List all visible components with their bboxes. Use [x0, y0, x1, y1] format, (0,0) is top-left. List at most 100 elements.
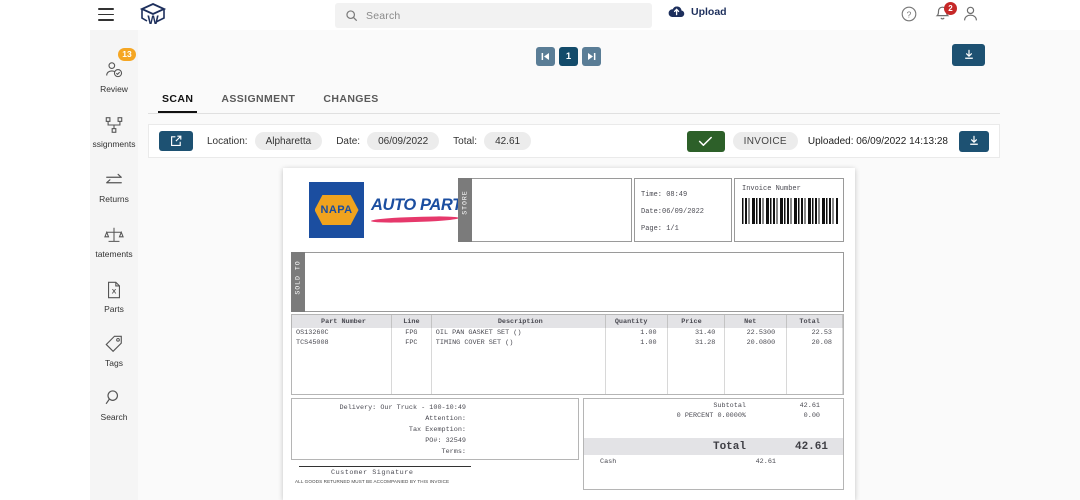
grand-total-value: 42.61 [794, 440, 828, 453]
cash-label: Cash [600, 458, 617, 466]
invoice-number-box: Invoice Number [734, 178, 844, 242]
svg-text:?: ? [907, 9, 912, 19]
check-icon [699, 136, 713, 146]
download-invoice-button[interactable] [959, 130, 989, 152]
invoice-page: Page: 1/1 [641, 225, 679, 233]
th-total: Total [786, 315, 843, 328]
tax-percent-value: 0.00 [803, 412, 820, 420]
scales-icon [104, 227, 124, 242]
po-number-line: PO#: 32549 [425, 437, 466, 445]
location-label: Location: [207, 135, 248, 147]
sold-to-section: SOLD TO [291, 252, 847, 312]
upload-label: Upload [691, 5, 727, 18]
review-count-badge: 13 [118, 48, 136, 61]
person-check-icon [106, 62, 123, 78]
delivery-line: Delivery: Our Truck - 100-10:49 [339, 404, 466, 412]
sidebar-item-parts[interactable]: X Parts [90, 280, 138, 314]
sidebar-item-review[interactable]: Review [90, 60, 138, 94]
total-value[interactable]: 42.61 [484, 132, 532, 150]
date-value[interactable]: 06/09/2022 [367, 132, 440, 150]
th-net: Net [724, 315, 788, 328]
napa-logo: NAPA [309, 182, 364, 238]
table-empty-rows [292, 348, 843, 394]
svg-text:W: W [147, 13, 159, 27]
location-value[interactable]: Alpharetta [254, 132, 323, 150]
help-circle-icon[interactable]: ? [901, 6, 917, 22]
cell-total: 20.08 [786, 338, 843, 348]
invoice-time: Time: 08:49 [641, 191, 688, 199]
sidebar-item-assignments[interactable]: ssignments [90, 115, 138, 149]
cell-part-number: TCS45008 [292, 338, 392, 348]
cell-net: 20.0800 [724, 338, 788, 348]
tab-bar: SCAN ASSIGNMENT CHANGES [148, 84, 1000, 114]
uploaded-timestamp: Uploaded: 06/09/2022 14:13:28 [807, 135, 948, 147]
approve-button[interactable] [686, 130, 725, 152]
tab-changes[interactable]: CHANGES [309, 93, 392, 113]
cell-quantity: 1.00 [605, 328, 668, 338]
th-price: Price [667, 315, 726, 328]
sidebar-item-label: Parts [104, 304, 124, 314]
document-type-badge: INVOICE [732, 132, 798, 150]
first-page-button[interactable] [536, 47, 555, 66]
tab-scan[interactable]: SCAN [148, 93, 207, 113]
sold-to-tab-text: SOLD TO [294, 260, 302, 295]
sold-to-address-box [305, 252, 844, 312]
cash-row: Cash 42.61 [584, 455, 843, 466]
hamburger-icon[interactable] [98, 8, 114, 21]
invoice-info-toolbar: Location: Alpharetta Date: 06/09/2022 To… [148, 124, 1000, 158]
next-page-button[interactable] [582, 47, 601, 66]
napa-brand-name: NAPA [320, 204, 353, 216]
top-app-bar: W Search Upload ? 2 [0, 0, 1080, 30]
search-input[interactable]: Search [335, 3, 652, 28]
invoice-number-label: Invoice Number [742, 185, 801, 193]
tab-assignment[interactable]: ASSIGNMENT [207, 93, 309, 113]
user-avatar-icon[interactable] [962, 5, 979, 22]
sidebar-item-tags[interactable]: Tags [90, 334, 138, 368]
return-arrows-icon [106, 173, 122, 184]
search-placeholder: Search [366, 9, 401, 22]
search-icon [105, 390, 119, 405]
edit-button[interactable] [159, 131, 193, 151]
cell-part-number: OS13260C [292, 328, 392, 338]
download-page-button[interactable] [952, 44, 985, 66]
table-row: TCS45008 FPC TIMING COVER SET () 1.00 31… [292, 338, 843, 348]
subtotal-label: Subtotal [713, 401, 746, 410]
store-tab-label: STORE [458, 178, 472, 242]
sidebar-item-label: Tags [105, 358, 123, 368]
cell-description: TIMING COVER SET () [431, 338, 606, 348]
cell-description: OIL PAN GASKET SET () [431, 328, 606, 338]
sidebar-item-search[interactable]: Search [90, 388, 138, 422]
th-description: Description [431, 315, 606, 328]
cell-net: 22.5300 [724, 328, 788, 338]
sidebar-item-label: Review [100, 84, 128, 94]
cash-value: 42.61 [755, 458, 776, 466]
totals-box: Subtotal 42.61 0 PERCENT 0.0000% 0.00 To… [583, 398, 844, 490]
date-label: Date: [336, 135, 361, 147]
sidebar-item-label: ssignments [92, 139, 136, 149]
th-line: Line [391, 315, 432, 328]
th-part-number: Part Number [292, 315, 392, 328]
cell-line: FPG [391, 328, 432, 338]
sidebar-item-returns[interactable]: Returns [90, 170, 138, 204]
sidebar-item-label: Search [100, 412, 128, 422]
store-address-box [472, 178, 632, 242]
grand-total-row: Total 42.61 [584, 438, 843, 455]
scanned-invoice-viewer[interactable]: NAPA AUTO PARTS STORE Time: 08:49 Date:0… [283, 168, 855, 500]
total-label: Total: [453, 135, 478, 147]
line-items-table: Part Number Line Description Quantity Pr… [291, 314, 844, 395]
sidebar-item-label: tatements [95, 249, 133, 259]
store-tab-text: STORE [461, 190, 469, 215]
sidebar-item-statements[interactable]: tatements [90, 225, 138, 259]
cell-price: 31.40 [667, 328, 726, 338]
subtotal-row: Subtotal 42.61 [584, 399, 843, 410]
current-page-button[interactable]: 1 [559, 47, 578, 66]
subtotal-value: 42.61 [799, 401, 820, 410]
signature-line [299, 466, 471, 467]
invoice-date: Date:06/09/2022 [641, 208, 705, 216]
edit-square-icon [171, 135, 182, 146]
app-cube-logo[interactable]: W [139, 2, 167, 28]
tax-exemption-line: Tax Exemption: [408, 426, 466, 434]
upload-button[interactable]: Upload [668, 5, 727, 18]
search-icon [346, 10, 358, 22]
sidebar-item-label: Returns [99, 194, 129, 204]
